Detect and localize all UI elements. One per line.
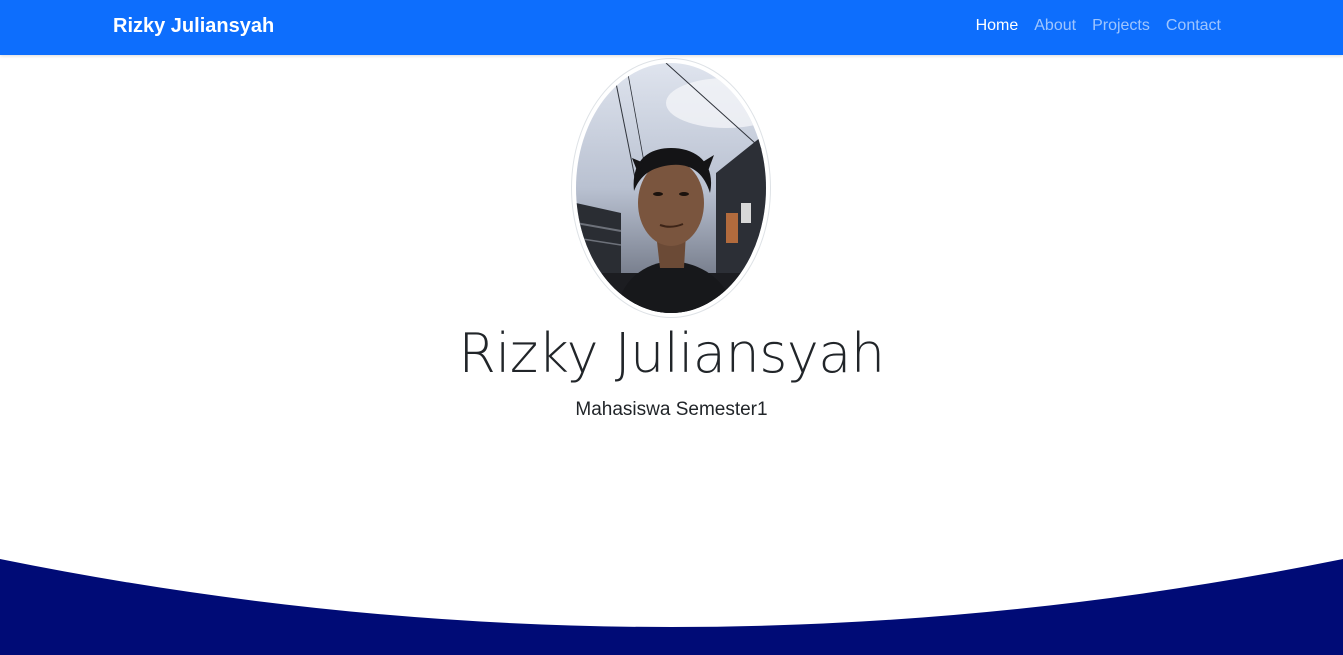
nav-link-about[interactable]: About [1034,17,1076,35]
profile-photo [571,58,771,318]
nav-link-contact[interactable]: Contact [1166,17,1221,35]
hero-name: Rizky Juliansyah [458,322,885,385]
hero-section: Rizky Juliansyah Mahasiswa Semester1 [0,55,1343,655]
wave-shape [0,559,1343,655]
hero-subtitle: Mahasiswa Semester1 [575,399,768,420]
nav-link-projects[interactable]: Projects [1092,17,1150,35]
nav-links: Home About Projects Contact [976,17,1221,35]
nav-link-home[interactable]: Home [976,17,1019,35]
profile-photo-image [576,63,766,313]
navbar: Rizky Juliansyah Home About Projects Con… [0,0,1343,55]
navbar-brand[interactable]: Rizky Juliansyah [113,15,274,38]
wave-divider [0,559,1343,655]
